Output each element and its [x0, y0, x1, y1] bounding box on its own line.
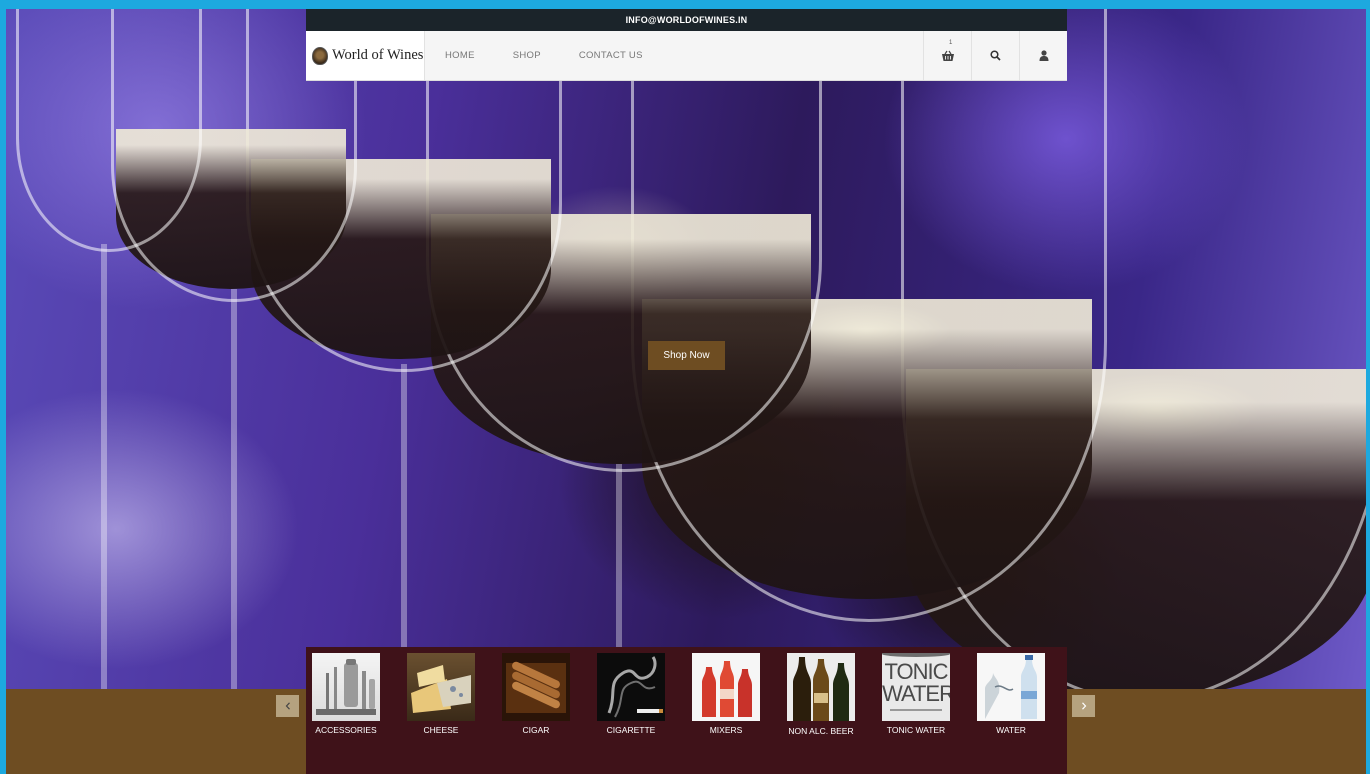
category-accessories[interactable]: ACCESSORIES — [312, 653, 407, 736]
nav-link-contact-us[interactable]: CONTACT US — [579, 50, 643, 61]
search-button[interactable] — [971, 31, 1019, 80]
search-icon — [990, 50, 1001, 61]
category-label: MIXERS — [709, 725, 743, 735]
user-icon — [1039, 50, 1048, 61]
nav-link-home[interactable]: HOME — [445, 50, 475, 61]
cigarette-thumbnail — [597, 653, 665, 721]
category-water[interactable]: WATER — [977, 653, 1072, 736]
category-label: WATER — [996, 725, 1026, 735]
category-cigarette[interactable]: CIGARETTE — [597, 653, 692, 736]
category-mixers[interactable]: MIXERS — [692, 653, 787, 736]
tonic-label-line-2: WATER — [882, 681, 950, 706]
cigar-thumbnail — [502, 653, 570, 721]
accessories-thumbnail — [312, 653, 380, 721]
category-label: CIGARETTE — [606, 725, 656, 735]
category-label: CHEESE — [423, 725, 459, 735]
mixers-thumbnail — [692, 653, 760, 721]
shop-now-button[interactable]: Shop Now — [648, 341, 725, 370]
logo-text: World of Wines — [332, 47, 424, 63]
page-frame: INFO@WORLDOFWINES.IN World of Wines HOME… — [6, 9, 1366, 774]
category-label: ACCESSORIES — [315, 725, 377, 735]
logo-crest-icon — [312, 46, 328, 65]
nav-icon-group: 1 — [923, 31, 1067, 80]
chevron-left-icon — [285, 702, 290, 710]
account-button[interactable] — [1019, 31, 1067, 80]
category-cigar[interactable]: CIGAR — [502, 653, 597, 736]
category-label: CIGAR — [522, 725, 550, 735]
water-thumbnail — [977, 653, 1045, 721]
contact-email[interactable]: INFO@WORLDOFWINES.IN — [626, 15, 748, 25]
chevron-right-icon — [1081, 702, 1086, 710]
cart-count-badge: 1 — [949, 40, 953, 46]
non-alc-beer-thumbnail — [787, 653, 855, 721]
category-label: NON ALC. BEER — [788, 726, 854, 736]
category-label: TONIC WATER — [886, 725, 946, 735]
main-navbar: World of Wines HOME SHOP CONTACT US 1 — [306, 31, 1067, 81]
cheese-thumbnail — [407, 653, 475, 721]
top-contact-bar: INFO@WORLDOFWINES.IN — [306, 9, 1067, 31]
tonic-water-thumbnail: TONIC WATER — [882, 653, 950, 721]
category-tonic-water[interactable]: TONIC WATER TONIC WATER — [882, 653, 977, 736]
category-non-alc-beer[interactable]: NON ALC. BEER — [787, 653, 882, 736]
category-carousel: ACCESSORIES CHEESE CIGAR CIGARETTE MIXER… — [306, 647, 1067, 774]
basket-icon — [941, 50, 954, 61]
category-list: ACCESSORIES CHEESE CIGAR CIGARETTE MIXER… — [312, 653, 1072, 736]
category-cheese[interactable]: CHEESE — [407, 653, 502, 736]
cart-button[interactable]: 1 — [923, 31, 971, 80]
nav-link-shop[interactable]: SHOP — [513, 50, 541, 61]
nav-links: HOME SHOP CONTACT US — [445, 50, 681, 61]
carousel-next-button[interactable] — [1072, 695, 1095, 717]
site-logo[interactable]: World of Wines — [306, 31, 425, 80]
carousel-prev-button[interactable] — [276, 695, 299, 717]
tonic-label-line-1: TONIC — [884, 659, 948, 684]
